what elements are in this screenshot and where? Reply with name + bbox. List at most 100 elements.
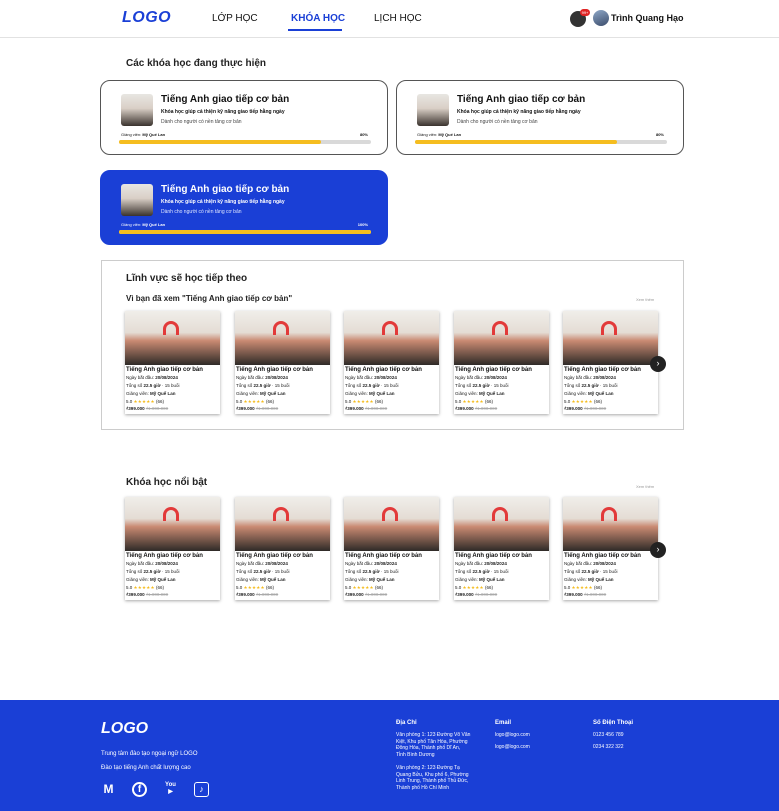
course-price: ₫399.000 ₫1.000.000 [564,406,607,411]
course-rating: 5.0 ★★★★★ (66) [455,585,493,590]
course-rating: 5.0 ★★★★★ (66) [345,585,383,590]
course-teacher: Giảng viên: Mỹ Quế Lan [417,132,462,137]
course-description: Dành cho người có nền tảng cơ bản [161,119,242,125]
youtube-icon[interactable]: You ▶ [163,782,178,797]
course-rating: 5.0 ★★★★★ (66) [126,585,164,590]
progress-bar [119,230,371,234]
course-duration: Tổng số 22.5 giờ · 15 buổi [126,569,180,574]
headphones-icon [492,321,508,335]
phone-number[interactable]: 0234 322 322 [593,744,624,751]
course-start-date: Ngày bắt đầu: 20/08/2024 [236,561,288,566]
course-teacher: Giảng viên: Mỹ Quế Lan [236,391,286,396]
progress-percent: 100% [357,222,368,227]
star-icon: ★★★★★ [133,399,155,404]
progress-percent: 80% [359,132,368,137]
email-link[interactable]: logo@logo.com [495,744,530,751]
course-title: Tiếng Anh giao tiếp cơ bản [161,184,290,195]
featured-title: Khóa học nổi bật [126,477,208,488]
progress-percent: 80% [655,132,664,137]
see-all-link[interactable]: Xem thêm [636,297,654,302]
course-rating: 5.0 ★★★★★ (66) [126,399,164,404]
course-price: ₫399.000 ₫1.000.000 [126,406,169,411]
in-progress-card-selected[interactable]: Tiếng Anh giao tiếp cơ bản Khóa học giúp… [100,170,388,245]
course-card[interactable]: Tiếng Anh giao tiếp cơ bản Ngày bắt đầu: … [125,311,220,414]
course-card[interactable]: Tiếng Anh giao tiếp cơ bản Ngày bắt đầu: … [125,497,220,600]
in-progress-title: Các khóa học đang thực hiện [126,58,267,69]
course-card[interactable]: Tiếng Anh giao tiếp cơ bản Ngày bắt đầu: … [454,497,549,600]
course-duration: Tổng số 22.5 giờ · 15 buổi [455,383,509,388]
nav-lich-hoc[interactable]: LỊCH HỌC [374,13,422,24]
email-link[interactable]: logo@logo.com [495,732,530,739]
progress-fill [119,140,321,144]
star-icon: ★★★★★ [352,399,374,404]
star-icon: ★★★★★ [133,585,155,590]
course-price: ₫399.000 ₫1.000.000 [345,406,388,411]
see-all-link[interactable]: Xem thêm [636,484,654,489]
course-price: ₫399.000 ₫1.000.000 [455,592,498,597]
logo[interactable]: LOGO [122,9,171,27]
course-image [125,497,220,551]
course-card[interactable]: Tiếng Anh giao tiếp cơ bản Ngày bắt đầu: … [235,497,330,600]
progress-fill [415,140,617,144]
course-card[interactable]: Tiếng Anh giao tiếp cơ bản Ngày bắt đầu: … [235,311,330,414]
tiktok-icon[interactable]: ♪ [194,782,209,797]
course-duration: Tổng số 22.5 giờ · 15 buổi [455,569,509,574]
in-progress-card[interactable]: Tiếng Anh giao tiếp cơ bản Khóa học giúp… [100,80,388,155]
course-price: ₫399.000 ₫1.000.000 [455,406,498,411]
headphones-icon [163,507,179,521]
star-icon: ★★★★★ [243,399,265,404]
course-subtitle: Khóa học giúp cả thiện kỹ năng giao tiếp… [457,109,581,115]
active-nav-indicator [288,29,342,31]
course-description: Dành cho người có nền tảng cơ bản [457,119,538,125]
facebook-icon[interactable]: f [132,782,147,797]
course-card[interactable]: Tiếng Anh giao tiếp cơ bản Ngày bắt đầu: … [344,497,439,600]
course-start-date: Ngày bắt đầu: 20/08/2024 [455,375,507,380]
course-card[interactable]: Tiếng Anh giao tiếp cơ bản Ngày bắt đầu: … [563,497,658,600]
headphones-icon [273,507,289,521]
chevron-right-icon[interactable]: › [650,542,666,558]
course-image [125,311,220,365]
avatar[interactable] [593,10,609,26]
email-heading: Email [495,720,512,726]
headphones-icon [273,321,289,335]
footer-logo[interactable]: LOGO [101,720,148,738]
course-price: ₫399.000 ₫1.000.000 [564,592,607,597]
course-duration: Tổng số 22.5 giờ · 15 buổi [126,383,180,388]
course-price: ₫399.000 ₫1.000.000 [236,406,279,411]
gmail-icon[interactable]: M [101,782,116,797]
course-start-date: Ngày bắt đầu: 20/08/2024 [236,375,288,380]
headphones-icon [492,507,508,521]
course-teacher: Giảng viên: Mỹ Quế Lan [126,391,176,396]
star-icon: ★★★★★ [462,399,484,404]
course-start-date: Ngày bắt đầu: 20/08/2024 [564,561,616,566]
course-duration: Tổng số 22.5 giờ · 15 buổi [236,569,290,574]
phone-number[interactable]: 0123 456 789 [593,732,624,739]
headphones-icon [382,507,398,521]
progress-bar [119,140,371,144]
in-progress-card[interactable]: Tiếng Anh giao tiếp cơ bản Khóa học giúp… [396,80,684,155]
course-rating: 5.0 ★★★★★ (66) [345,399,383,404]
next-field-title: Lĩnh vực sẽ học tiếp theo [126,273,248,284]
course-image [454,497,549,551]
nav-khoa-hoc[interactable]: KHÓA HỌC [291,13,345,24]
course-card-title: Tiếng Anh giao tiếp cơ bản [345,367,422,373]
footer: LOGO Trung tâm đào tạo ngoại ngữ LOGO Đà… [0,700,779,811]
course-duration: Tổng số 22.5 giờ · 15 buổi [564,383,618,388]
course-card[interactable]: Tiếng Anh giao tiếp cơ bản Ngày bắt đầu: … [563,311,658,414]
course-subtitle: Khóa học giúp cả thiện kỹ năng giao tiếp… [161,199,285,205]
chevron-right-icon[interactable]: › [650,356,666,372]
course-price: ₫399.000 ₫1.000.000 [126,592,169,597]
course-teacher: Giảng viên: Mỹ Quế Lan [455,577,505,582]
course-teacher: Giảng viên: Mỹ Quế Lan [564,577,614,582]
course-teacher: Giảng viên: Mỹ Quế Lan [121,222,166,227]
course-image [235,497,330,551]
nav-lop-hoc[interactable]: LỚP HỌC [212,13,258,24]
address-office-2: Văn phòng 2: 123 Đường Tạ Quang Bửu, Khu … [396,765,469,791]
course-card[interactable]: Tiếng Anh giao tiếp cơ bản Ngày bắt đầu: … [344,311,439,414]
course-duration: Tổng số 22.5 giờ · 15 buổi [345,569,399,574]
course-image [454,311,549,365]
page: LOGO LỚP HỌC KHÓA HỌC LỊCH HỌC 99+ Trình… [0,0,779,811]
footer-tagline-2: Đào tạo tiếng Anh chất lượng cao [101,765,191,771]
user-name[interactable]: Trình Quang Hạo [611,13,684,23]
course-card[interactable]: Tiếng Anh giao tiếp cơ bản Ngày bắt đầu: … [454,311,549,414]
